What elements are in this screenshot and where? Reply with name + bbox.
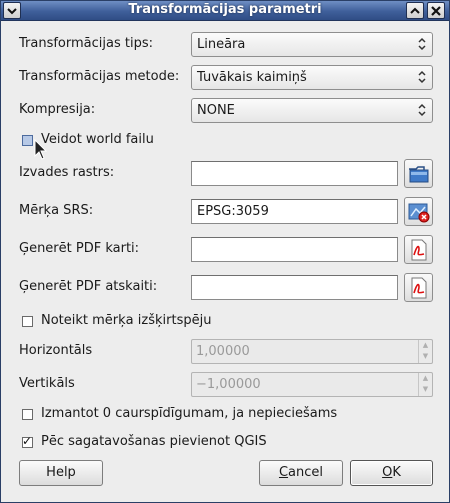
pdf-report-label: Ģenerēt PDF atskaiti: xyxy=(19,279,158,294)
pdf-icon xyxy=(411,239,426,260)
transform-method-combo[interactable]: Tuvākais kaimiņš xyxy=(191,65,433,90)
transform-type-combo[interactable]: Lineāra xyxy=(191,32,433,57)
vertical-spinbox: −1,00000 ▲ ▼ xyxy=(191,372,433,397)
spin-down-icon: ▼ xyxy=(422,352,429,360)
cancel-mnemonic: C xyxy=(278,465,289,480)
transform-method-value: Tuvākais kaimiņš xyxy=(197,70,307,85)
spin-down-icon: ▼ xyxy=(422,385,429,393)
titlebar: Transformācijas parametri xyxy=(1,1,449,21)
ok-button[interactable]: OK xyxy=(350,460,433,486)
ok-mnemonic: O xyxy=(382,465,393,480)
world-file-label[interactable]: Veidot world failu xyxy=(41,132,154,147)
load-in-qgis-label[interactable]: Pēc sagatavošanas pievienot QGIS xyxy=(41,434,267,449)
spin-buttons: ▲ ▼ xyxy=(418,340,432,363)
horizontal-spinbox: 1,00000 ▲ ▼ xyxy=(191,339,433,364)
horizontal-value: 1,00000 xyxy=(196,344,250,359)
browse-output-button[interactable] xyxy=(404,159,433,188)
transform-method-label: Transformācijas metode: xyxy=(19,69,180,84)
cancel-button[interactable]: Cancel xyxy=(259,460,343,486)
close-icon[interactable] xyxy=(427,2,445,19)
compression-combo[interactable]: NONE xyxy=(191,98,433,123)
checkmark-icon: ✓ xyxy=(22,434,33,448)
select-srs-button[interactable] xyxy=(404,197,433,226)
compression-value: NONE xyxy=(197,103,235,118)
transform-type-value: Lineāra xyxy=(197,37,246,52)
vertical-label: Vertikāls xyxy=(19,376,75,391)
spin-buttons: ▲ ▼ xyxy=(418,373,432,396)
projection-icon xyxy=(408,203,429,222)
target-srs-label: Mērķa SRS: xyxy=(19,203,94,218)
chevron-up-icon[interactable] xyxy=(406,2,424,19)
horizontal-label: Horizontāls xyxy=(19,343,93,358)
target-resolution-label[interactable]: Noteikt mērķa izšķirtspēju xyxy=(41,313,211,328)
output-raster-label: Izvades rastrs: xyxy=(19,165,115,180)
combo-arrows-icon xyxy=(418,37,426,51)
window-title: Transformācijas parametri xyxy=(128,2,322,17)
zero-transparency-checkbox[interactable] xyxy=(22,409,33,420)
load-in-qgis-checkbox[interactable]: ✓ xyxy=(22,434,33,448)
pdf-map-label: Ģenerēt PDF karti: xyxy=(19,241,140,256)
output-raster-input[interactable] xyxy=(191,161,398,186)
cancel-button-label: ancel xyxy=(288,465,324,480)
world-file-checkbox[interactable] xyxy=(22,135,33,146)
combo-arrows-icon xyxy=(418,70,426,84)
combo-arrows-icon xyxy=(418,103,426,117)
pdf-icon xyxy=(411,277,426,298)
help-button[interactable]: Help xyxy=(19,460,103,486)
browse-pdf-report-button[interactable] xyxy=(404,273,433,302)
transform-type-label: Transformācijas tips: xyxy=(19,36,153,51)
folder-open-icon xyxy=(408,165,428,182)
target-srs-input[interactable]: EPSG:3059 xyxy=(191,199,398,224)
spin-up-icon: ▲ xyxy=(422,374,429,382)
compression-label: Kompresija: xyxy=(19,102,96,117)
spin-up-icon: ▲ xyxy=(422,341,429,349)
pdf-report-input[interactable] xyxy=(191,275,398,300)
target-resolution-checkbox[interactable] xyxy=(22,316,33,327)
zero-transparency-label[interactable]: Izmantot 0 caurspīdīgumam, ja nepiecieša… xyxy=(41,406,337,421)
dialog-window: Transformācijas parametri Transformācija… xyxy=(0,0,450,503)
ok-button-label: K xyxy=(392,465,401,480)
browse-pdf-map-button[interactable] xyxy=(404,235,433,264)
mouse-pointer-icon xyxy=(34,139,48,160)
pdf-map-input[interactable] xyxy=(191,237,398,262)
vertical-value: −1,00000 xyxy=(196,377,261,392)
help-button-label: Help xyxy=(46,465,76,480)
